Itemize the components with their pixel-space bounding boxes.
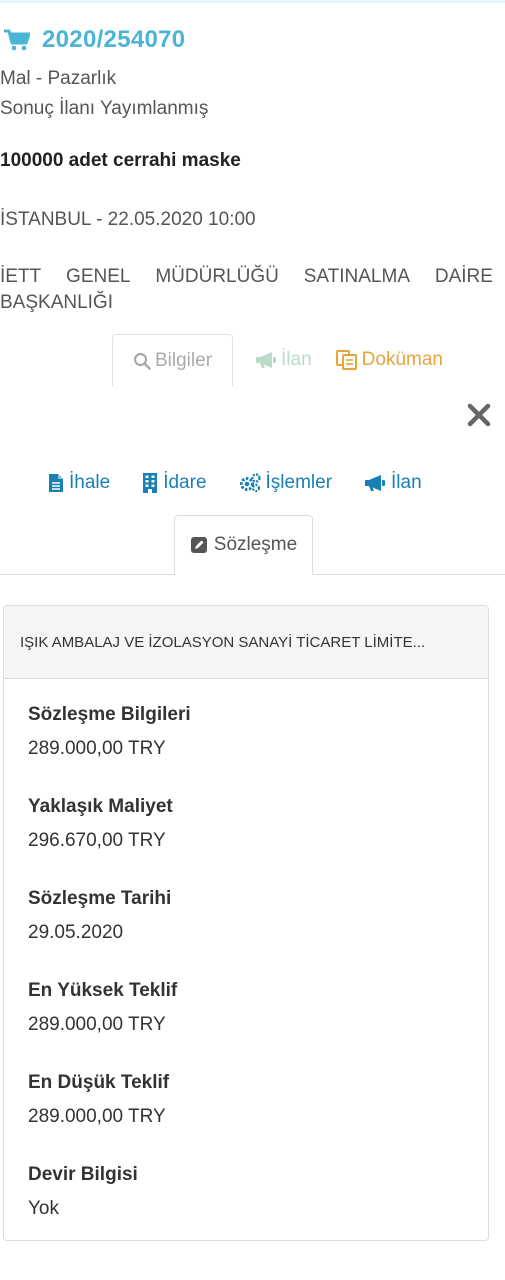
ihale-number[interactable]: 2020/254070 <box>42 26 185 54</box>
top-divider <box>0 0 505 3</box>
contract-field: Devir Bilgisi Yok <box>28 1164 138 1220</box>
idare-word: BAŞKANLIĞI <box>0 292 113 313</box>
contract-field: En Yüksek Teklif 289.000,00 TRY <box>28 980 177 1036</box>
close-icon[interactable] <box>466 402 492 428</box>
tab-islemler[interactable]: İşlemler <box>239 472 333 494</box>
search-icon <box>133 352 151 370</box>
tab-label: Bilgiler <box>155 349 213 371</box>
edit-icon <box>190 537 207 553</box>
contract-field: En Düşük Teklif 289.000,00 TRY <box>28 1072 169 1128</box>
tab-ilan[interactable]: İlan <box>233 334 334 386</box>
contract-field: Yaklaşık Maliyet 296.670,00 TRY <box>28 796 173 852</box>
company-name[interactable]: IŞIK AMBALAJ VE İZOLASYON SANAYİ TİCARET… <box>4 606 488 679</box>
ihale-header: 2020/254070 <box>4 26 185 54</box>
top-tabs: Bilgiler İlan Doküman <box>112 334 443 386</box>
tab-label: Sözleşme <box>213 534 298 555</box>
tab-label: İlan <box>391 472 422 493</box>
gears-icon <box>239 473 261 493</box>
field-label: Sözleşme Bilgileri <box>28 704 191 725</box>
idare-word: SATINALMA <box>303 266 410 287</box>
ihale-title: 100000 adet cerrahi maske <box>0 150 241 171</box>
tab-label: İhale <box>69 472 111 493</box>
field-label: Devir Bilgisi <box>28 1164 138 1185</box>
bullhorn-icon <box>365 475 386 491</box>
field-value: 289.000,00 TRY <box>28 1014 166 1035</box>
tab-idare[interactable]: İdare <box>142 472 207 494</box>
tab-label: Doküman <box>361 349 443 370</box>
idare-name: İETT GENEL MÜDÜRLÜĞÜ SATINALMA DAİRE BAŞ… <box>0 264 493 316</box>
field-label: En Düşük Teklif <box>28 1072 170 1093</box>
tab-ihale[interactable]: İhale <box>48 472 110 494</box>
idare-word: İETT <box>0 266 42 287</box>
idare-word: GENEL <box>66 266 131 287</box>
field-value: 296.670,00 TRY <box>28 830 166 851</box>
ihale-status: Sonuç İlanı Yayımlanmış <box>0 98 209 119</box>
idare-word: MÜDÜRLÜĞÜ <box>155 266 279 287</box>
documents-icon <box>335 350 357 370</box>
contract-panel: IŞIK AMBALAJ VE İZOLASYON SANAYİ TİCARET… <box>3 605 489 1241</box>
tab-bilgiler[interactable]: Bilgiler <box>112 334 234 386</box>
detail-tabs: İhale İdare İşlemler İlan <box>48 472 422 494</box>
tab-ilan-detail[interactable]: İlan <box>364 472 422 494</box>
bullhorn-icon <box>256 352 277 368</box>
tab-label: İşlemler <box>265 472 333 493</box>
field-label: Sözleşme Tarihi <box>28 888 172 909</box>
building-icon <box>143 473 158 493</box>
contract-field: Sözleşme Tarihi 29.05.2020 <box>28 888 171 944</box>
field-label: En Yüksek Teklif <box>28 980 178 1001</box>
location-date: İSTANBUL - 22.05.2020 10:00 <box>0 209 256 230</box>
field-label: Yaklaşık Maliyet <box>28 796 173 817</box>
tab-sozlesme[interactable]: Sözleşme <box>174 515 313 575</box>
field-value: Yok <box>28 1198 59 1219</box>
field-value: 289.000,00 TRY <box>28 1106 166 1127</box>
tab-dokuman[interactable]: Doküman <box>334 334 443 386</box>
idare-word: DAİRE <box>434 266 493 287</box>
field-value: 29.05.2020 <box>28 922 124 943</box>
ihale-type: Mal - Pazarlık <box>0 68 117 89</box>
contract-field: Sözleşme Bilgileri 289.000,00 TRY <box>28 704 191 760</box>
file-icon <box>49 474 63 492</box>
tab-label: İdare <box>163 472 207 493</box>
tab-label: İlan <box>281 349 312 370</box>
field-value: 289.000,00 TRY <box>28 738 166 759</box>
cart-icon <box>4 29 30 51</box>
